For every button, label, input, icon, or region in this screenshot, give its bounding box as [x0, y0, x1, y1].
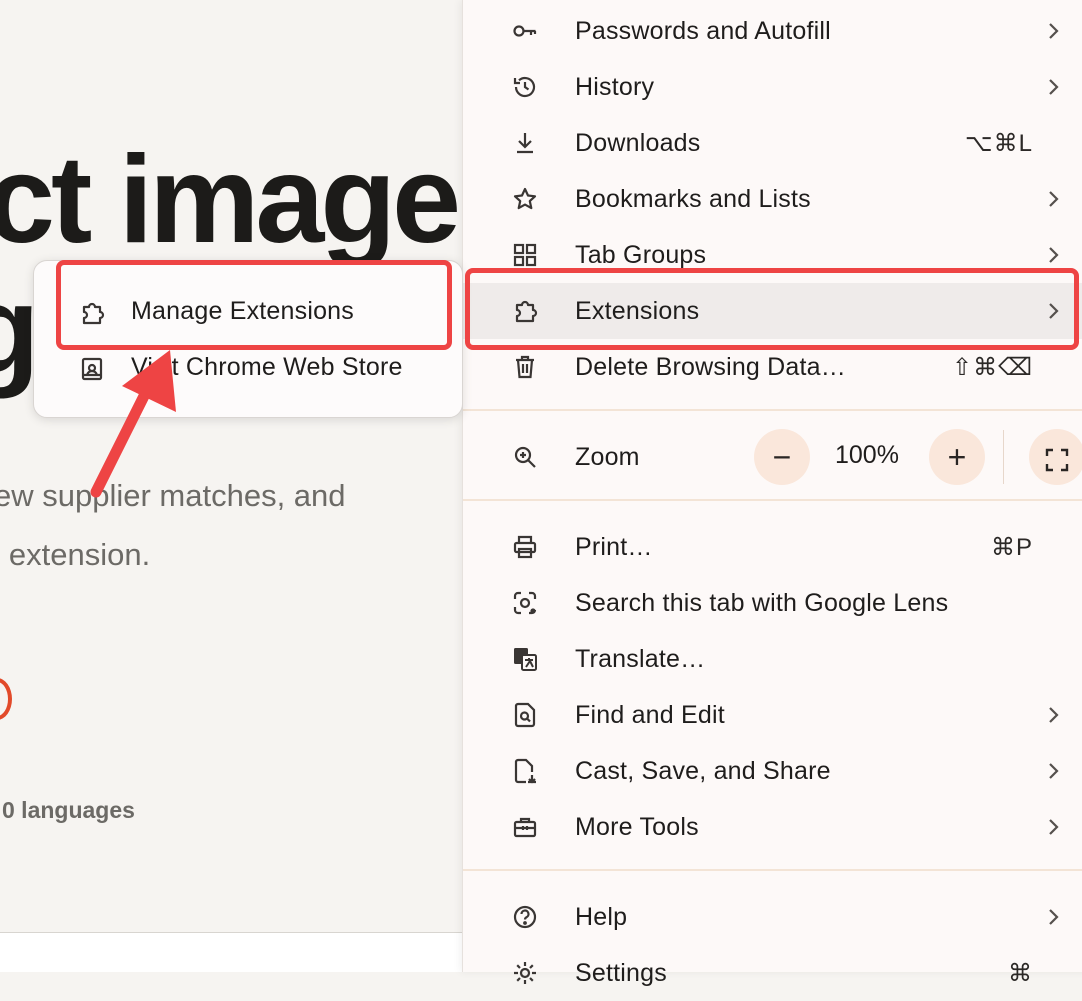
menu-item-label: Bookmarks and Lists — [575, 184, 811, 213]
download-icon — [511, 129, 539, 157]
menu-separator — [463, 409, 1082, 411]
menu-separator — [463, 499, 1082, 501]
menu-item-bookmarks[interactable]: Bookmarks and Lists — [463, 171, 1082, 227]
menu-separator — [463, 869, 1082, 871]
fullscreen-button[interactable] — [1029, 429, 1082, 485]
menu-item-find-and-edit[interactable]: Find and Edit — [463, 687, 1082, 743]
gear-icon — [511, 959, 539, 987]
menu-item-label: History — [575, 72, 655, 101]
annotation-box-extensions — [465, 268, 1079, 350]
submenu-item-label: Visit Chrome Web Store — [131, 353, 403, 381]
chevron-right-icon — [1041, 703, 1065, 727]
menu-item-label: Translate… — [575, 644, 706, 673]
hero-subtitle-line2: r extension. — [0, 537, 151, 572]
help-icon — [511, 903, 539, 931]
key-icon — [511, 17, 539, 45]
zoom-in-button[interactable]: + — [929, 429, 985, 485]
star-icon — [511, 185, 539, 213]
menu-item-label: Help — [575, 902, 628, 931]
zoom-icon — [511, 443, 539, 471]
menu-item-passwords[interactable]: Passwords and Autofill — [463, 3, 1082, 59]
languages-text: 0 languages — [2, 797, 135, 823]
menu-item-google-lens[interactable]: Search this tab with Google Lens — [463, 575, 1082, 631]
background-page: ct image g ew supplier matches, and r ex… — [0, 0, 470, 972]
footer-area — [0, 933, 470, 972]
menu-item-label: Passwords and Autofill — [575, 16, 831, 45]
hero-heading-line1: ct image — [0, 131, 461, 269]
fullscreen-icon — [1044, 444, 1070, 472]
web-store-icon — [78, 355, 106, 383]
menu-item-help[interactable]: Help — [463, 889, 1082, 945]
cast-save-icon — [511, 757, 539, 785]
chevron-right-icon — [1041, 75, 1065, 99]
chevron-right-icon — [1041, 905, 1065, 929]
chevron-right-icon — [1041, 243, 1065, 267]
print-icon — [511, 533, 539, 561]
chevron-right-icon — [1041, 187, 1065, 211]
shortcut-text: ⌘ — [1008, 959, 1033, 987]
menu-item-downloads[interactable]: Downloads ⌥⌘L — [463, 115, 1082, 171]
zoom-level: 100% — [835, 441, 899, 469]
zoom-divider — [1003, 430, 1004, 484]
menu-item-more-tools[interactable]: More Tools — [463, 799, 1082, 855]
find-icon — [511, 701, 539, 729]
menu-item-label: Tab Groups — [575, 240, 707, 269]
menu-item-cast-save-share[interactable]: Cast, Save, and Share — [463, 743, 1082, 799]
shortcut-text: ⌘P — [990, 533, 1033, 561]
menu-item-print[interactable]: Print… ⌘P — [463, 519, 1082, 575]
menu-item-label: More Tools — [575, 812, 699, 841]
tab-groups-icon — [511, 241, 539, 269]
menu-item-label: Print… — [575, 532, 653, 561]
menu-item-settings[interactable]: Settings ⌘ — [463, 945, 1082, 1001]
menu-item-translate[interactable]: G Translate… — [463, 631, 1082, 687]
chevron-right-icon — [1041, 815, 1065, 839]
menu-item-label: Find and Edit — [575, 700, 725, 729]
shortcut-text: ⇧⌘⌫ — [951, 353, 1033, 381]
chevron-right-icon — [1041, 759, 1065, 783]
decorative-circle — [0, 678, 12, 720]
menu-item-label: Delete Browsing Data… — [575, 352, 846, 381]
history-icon — [511, 73, 539, 101]
lens-icon — [511, 589, 539, 617]
toolbox-icon — [511, 813, 539, 841]
menu-item-label: Settings — [575, 958, 667, 987]
shortcut-text: ⌥⌘L — [964, 129, 1033, 157]
menu-item-history[interactable]: History — [463, 59, 1082, 115]
annotation-box-manage-extensions — [56, 260, 452, 350]
menu-item-label: Search this tab with Google Lens — [575, 588, 949, 617]
trash-icon — [511, 353, 539, 381]
hero-subtitle-line1: ew supplier matches, and — [0, 478, 346, 513]
zoom-out-button[interactable]: − — [754, 429, 810, 485]
chrome-menu: Passwords and Autofill History Downloads… — [462, 0, 1082, 987]
chevron-right-icon — [1041, 19, 1065, 43]
menu-item-label: Cast, Save, and Share — [575, 756, 831, 785]
translate-icon: G — [511, 645, 539, 673]
menu-item-label: Downloads — [575, 128, 701, 157]
zoom-label: Zoom — [575, 442, 640, 471]
